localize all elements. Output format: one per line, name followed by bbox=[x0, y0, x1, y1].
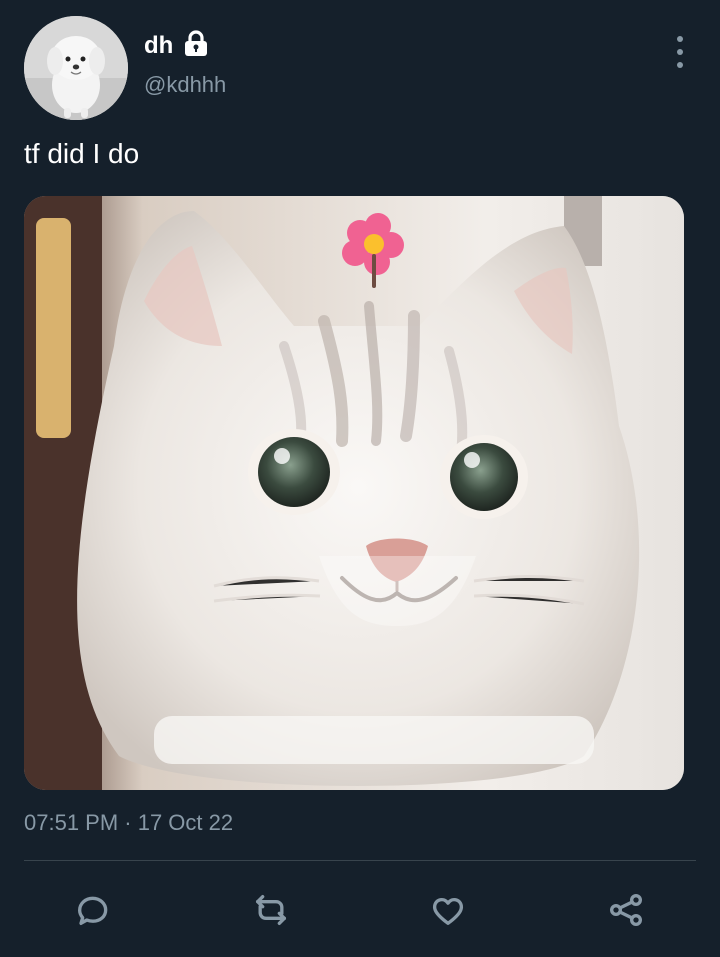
tweet-timestamp: 07:51 PM · 17 Oct 22 bbox=[24, 810, 234, 835]
more-options-button[interactable] bbox=[672, 36, 688, 68]
retweet-button[interactable] bbox=[249, 888, 293, 932]
user-handle[interactable]: @kdhhh bbox=[144, 72, 226, 98]
display-name-row: dh bbox=[144, 30, 226, 60]
tweet-text: tf did I do bbox=[24, 138, 140, 169]
retweet-icon bbox=[256, 895, 286, 925]
tweet-header: dh @kdhhh bbox=[24, 16, 696, 120]
lock-icon bbox=[181, 30, 211, 58]
tweet-media-image[interactable] bbox=[24, 196, 684, 790]
divider bbox=[24, 860, 696, 861]
cat-photo bbox=[24, 196, 684, 790]
user-meta: dh @kdhhh bbox=[144, 30, 226, 98]
more-vertical-icon-dot-2 bbox=[677, 49, 683, 55]
tweet-actions bbox=[24, 874, 696, 944]
dog-avatar-image bbox=[24, 16, 128, 120]
reply-icon bbox=[78, 896, 108, 925]
heart-icon bbox=[432, 897, 464, 925]
share-button[interactable] bbox=[604, 888, 648, 932]
more-vertical-icon-dot-1 bbox=[677, 36, 683, 42]
like-button[interactable] bbox=[426, 888, 470, 932]
share-icon bbox=[610, 894, 642, 926]
display-name[interactable]: dh bbox=[144, 32, 173, 60]
tweet-detail: dh @kdhhh tf did I do 07:51 PM · 17 Oct … bbox=[0, 0, 720, 957]
avatar[interactable] bbox=[24, 16, 128, 120]
reply-button[interactable] bbox=[71, 888, 115, 932]
more-vertical-icon-dot-3 bbox=[677, 62, 683, 68]
